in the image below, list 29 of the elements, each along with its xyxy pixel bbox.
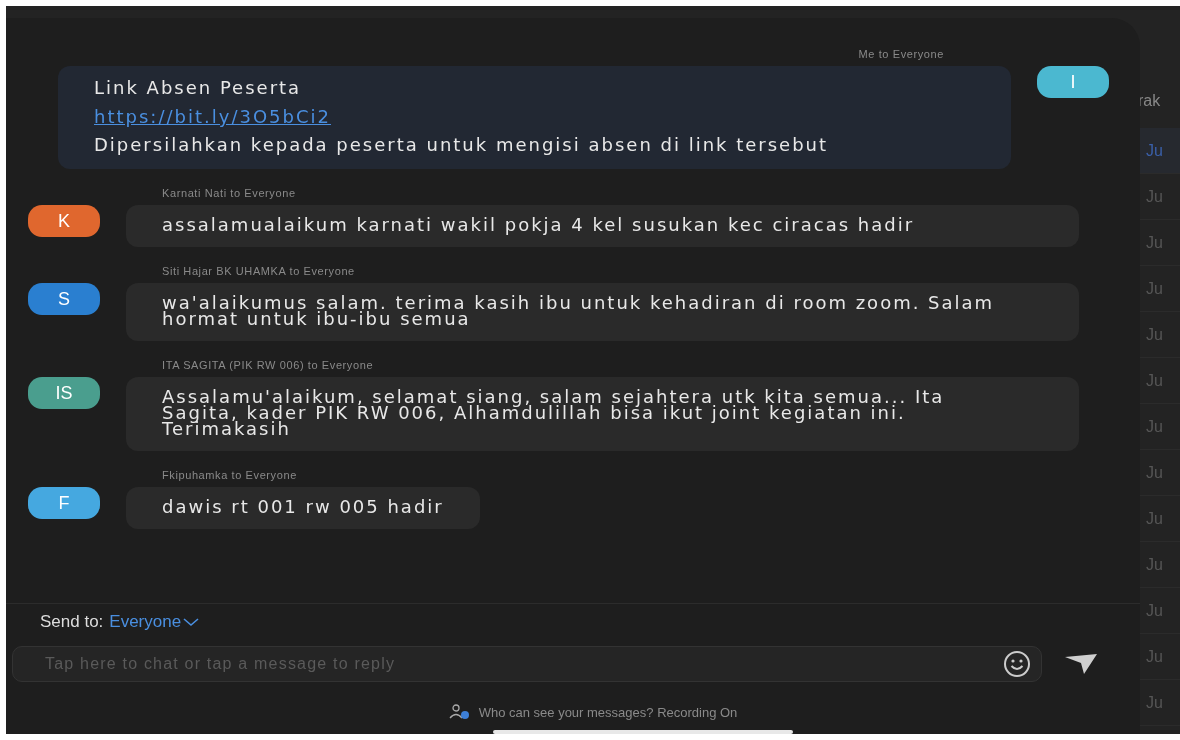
message-link[interactable]: https://bit.ly/3O5bCi2 <box>94 106 331 127</box>
recipient-dropdown[interactable]: Everyone <box>109 612 200 632</box>
sender-label: Fkipuhamka to Everyone <box>162 469 297 481</box>
avatar[interactable]: K <box>28 205 100 237</box>
emoji-icon[interactable] <box>1003 650 1031 678</box>
message-bubble[interactable]: Assalamu'alaikum, selamat siang, salam sejahtera utk kita semua... Ita Sagita, kader PIK RW 006, Alhamdulillah bisa ikut joint kegiatan ini. Terimakasih <box>126 377 1079 451</box>
sender-label: Karnati Nati to Everyone <box>162 187 296 199</box>
sender-label: Siti Hajar BK UHAMKA to Everyone <box>162 265 355 277</box>
avatar[interactable]: S <box>28 283 100 315</box>
people-icon <box>448 704 471 720</box>
message-bubble[interactable]: dawis rt 001 rw 005 hadir <box>126 487 480 529</box>
message-bubble[interactable]: Link Absen Peserta https://bit.ly/3O5bCi2 Dipersilahkan kepada peserta untuk mengisi absen di link tersebut <box>58 66 1011 169</box>
message-text: wa'alaikumus salam. terima kasih ibu untuk kehadiran di room zoom. Salam hormat untuk ibu-ibu semua <box>162 295 996 327</box>
background-list-item: Ju <box>1140 128 1180 174</box>
send-icon[interactable] <box>1064 653 1098 675</box>
message-text: Assalamu'alaikum, selamat siang, salam sejahtera utk kita semua... Ita Sagita, kader PIK RW 006, Alhamdulillah bisa ikut joint kegiatan ini. Terimakasih <box>162 389 946 437</box>
send-to-label: Send to: <box>40 612 104 632</box>
avatar[interactable]: F <box>28 487 100 519</box>
message-text: Link Absen Peserta <box>94 80 303 96</box>
message-text: dawis rt 001 rw 005 hadir <box>162 499 444 515</box>
recording-notice: Who can see your messages? Recording On <box>478 704 738 720</box>
message-bubble[interactable]: assalamualaikum karnati wakil pokja 4 kel susukan kec ciracas hadir <box>126 205 1079 247</box>
message-text: Dipersilahkan kepada peserta untuk mengisi absen di link tersebut <box>94 137 830 153</box>
sender-label: Me to Everyone <box>858 48 944 60</box>
sender-label: ITA SAGITA (PIK RW 006) to Everyone <box>162 359 374 371</box>
message-text: assalamualaikum karnati wakil pokja 4 kel susukan kec ciracas hadir <box>162 217 916 233</box>
chevron-down-icon <box>183 617 200 627</box>
avatar[interactable]: IS <box>28 377 100 409</box>
message-bubble[interactable]: wa'alaikumus salam. terima kasih ibu untuk kehadiran di room zoom. Salam hormat untuk ibu-ibu semua <box>126 283 1079 341</box>
